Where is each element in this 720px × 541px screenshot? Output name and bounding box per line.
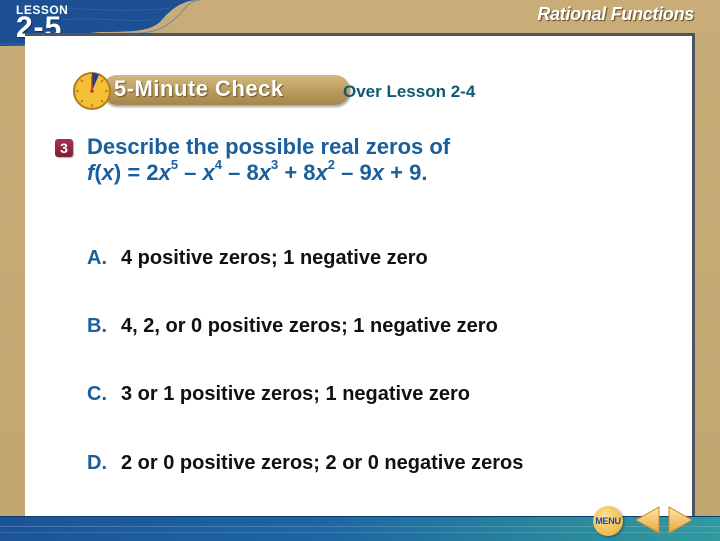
previous-arrow-icon[interactable] — [633, 505, 661, 535]
answer-letter: B. — [87, 315, 107, 337]
answer-choice-c[interactable]: C. 3 or 1 positive zeros; 1 negative zero — [87, 383, 470, 406]
answer-letter: C. — [87, 383, 107, 405]
content-panel — [25, 33, 695, 519]
menu-button[interactable]: MENU — [593, 506, 623, 536]
answer-letter: A. — [87, 247, 107, 269]
check-label: 5-Minute Check — [114, 76, 284, 101]
next-arrow-icon[interactable] — [667, 505, 695, 535]
answer-choice-b[interactable]: B. 4, 2, or 0 positive zeros; 1 negative … — [87, 315, 498, 338]
clock-icon — [73, 72, 111, 110]
answer-letter: D. — [87, 452, 107, 474]
answer-text: 4, 2, or 0 positive zeros; 1 negative ze… — [121, 315, 498, 337]
answer-choice-a[interactable]: A. 4 positive zeros; 1 negative zero — [87, 247, 428, 270]
question-number-badge: 3 — [55, 139, 73, 157]
answer-text: 4 positive zeros; 1 negative zero — [121, 247, 428, 269]
question-equation: f(x) = 2x5 – x4 – 8x3 + 8x2 – 9x + 9. — [87, 156, 428, 185]
answer-choice-d[interactable]: D. 2 or 0 positive zeros; 2 or 0 negative… — [87, 452, 523, 475]
over-lesson-label: Over Lesson 2-4 — [343, 82, 476, 101]
question-line-1: Describe the possible real zeros of — [87, 134, 451, 159]
chapter-title: Rational Functions — [537, 4, 694, 24]
question-text: Describe the possible real zeros of f(x)… — [87, 134, 450, 186]
answer-text: 2 or 0 positive zeros; 2 or 0 negative z… — [121, 452, 524, 474]
answer-text: 3 or 1 positive zeros; 1 negative zero — [121, 383, 471, 405]
